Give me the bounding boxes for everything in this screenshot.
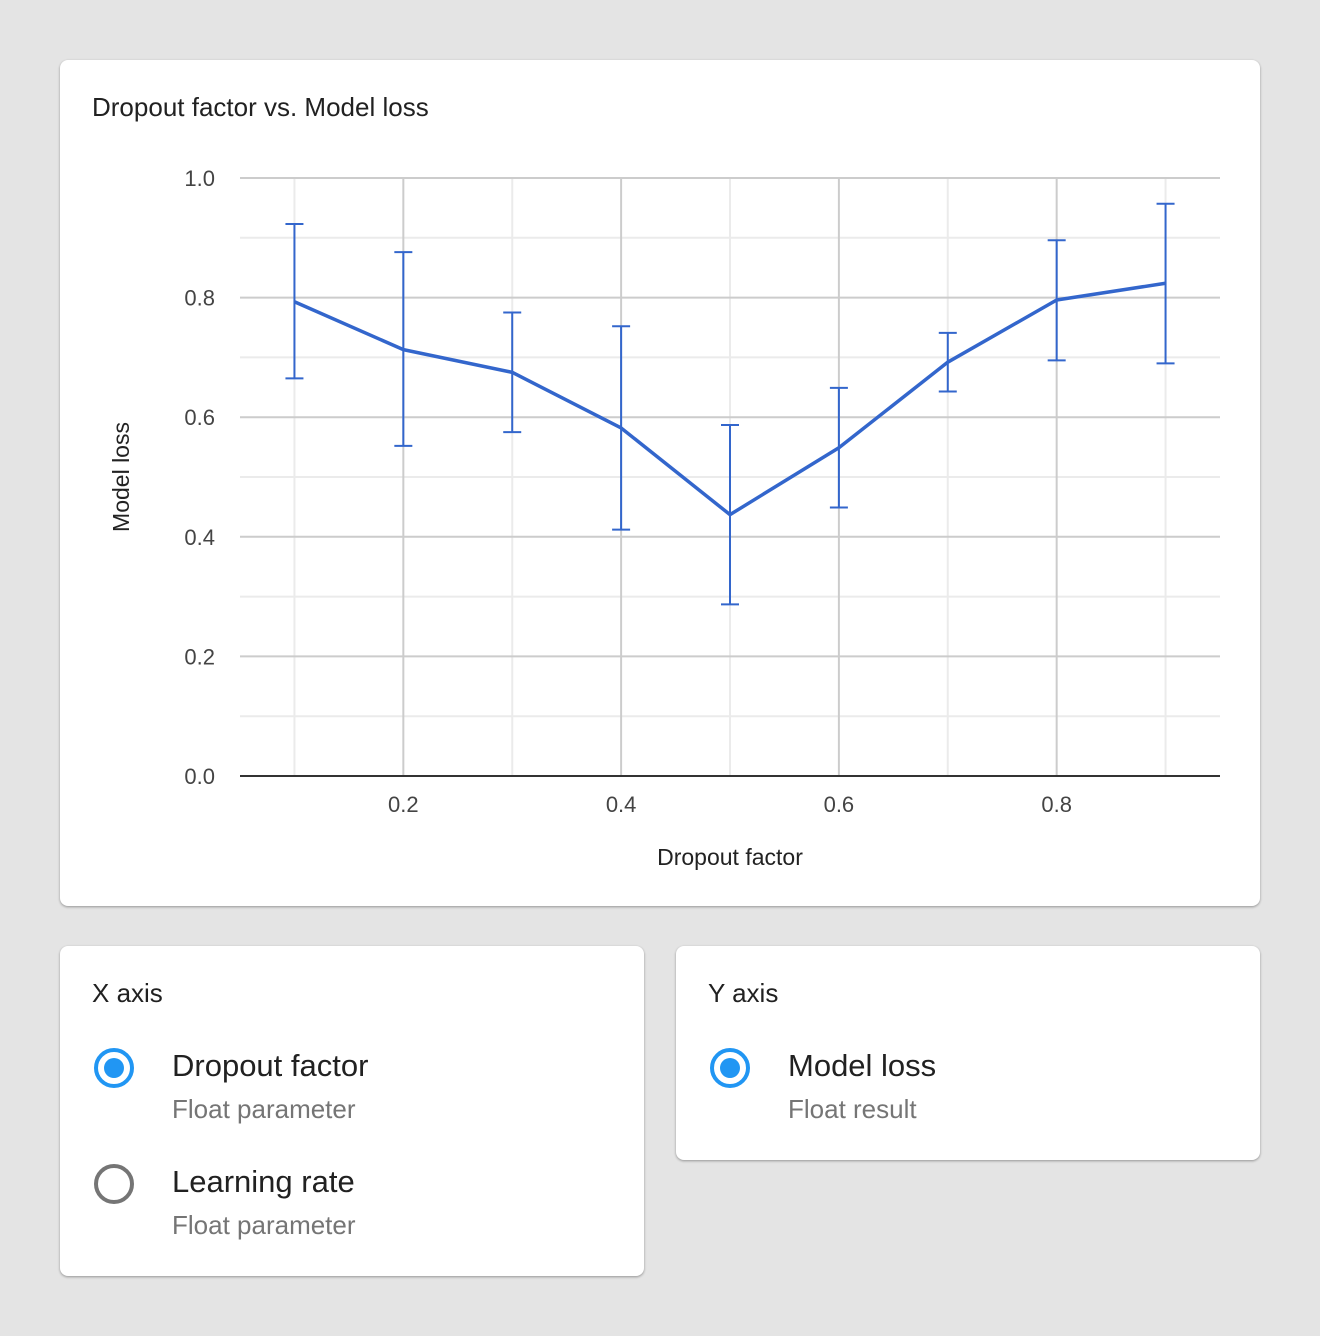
y-tick-label: 0.6: [184, 405, 215, 430]
y-tick-label: 0.4: [184, 525, 215, 550]
y-tick-label: 0.2: [184, 644, 215, 669]
radio-checked-icon[interactable]: [94, 1048, 134, 1088]
y-tick-label: 0.8: [184, 286, 215, 311]
y-axis-panel-title: Y axis: [708, 978, 779, 1008]
x-tick-label: 0.4: [606, 792, 637, 817]
x-axis-title: Dropout factor: [657, 844, 803, 870]
radio-checked-icon[interactable]: [710, 1048, 750, 1088]
x-option-learning-rate[interactable]: Learning rate Float parameter: [92, 1162, 612, 1258]
y-axis-title: Model loss: [108, 422, 134, 532]
option-label: Learning rate: [172, 1164, 355, 1199]
y-tick-label: 0.0: [184, 764, 215, 789]
x-tick-label: 0.2: [388, 792, 419, 817]
y-axis-panel: Y axis Model loss Float result: [676, 946, 1260, 1160]
y-option-model-loss[interactable]: Model loss Float result: [708, 1046, 1228, 1142]
y-tick-label: 1.0: [184, 166, 215, 191]
chart-card: Dropout factor vs. Model loss 0.0 0.2 0.4 0…: [60, 60, 1260, 906]
option-subtitle: Float result: [788, 1094, 917, 1124]
radio-unchecked-icon[interactable]: [94, 1164, 134, 1204]
x-axis-panel-title: X axis: [92, 978, 163, 1008]
x-option-dropout-factor[interactable]: Dropout factor Float parameter: [92, 1046, 612, 1142]
chart-plot: 0.0 0.2 0.4 0.6 0.8 1.0 0.2 0.4 0.6 0.8 Dropout fa…: [108, 166, 1220, 870]
x-tick-label: 0.8: [1041, 792, 1072, 817]
x-axis-panel: X axis Dropout factor Float parameter Le…: [60, 946, 644, 1276]
option-label: Model loss: [788, 1048, 937, 1083]
option-label: Dropout factor: [172, 1048, 369, 1083]
option-subtitle: Float parameter: [172, 1210, 356, 1240]
x-tick-label: 0.6: [824, 792, 855, 817]
option-subtitle: Float parameter: [172, 1094, 356, 1124]
